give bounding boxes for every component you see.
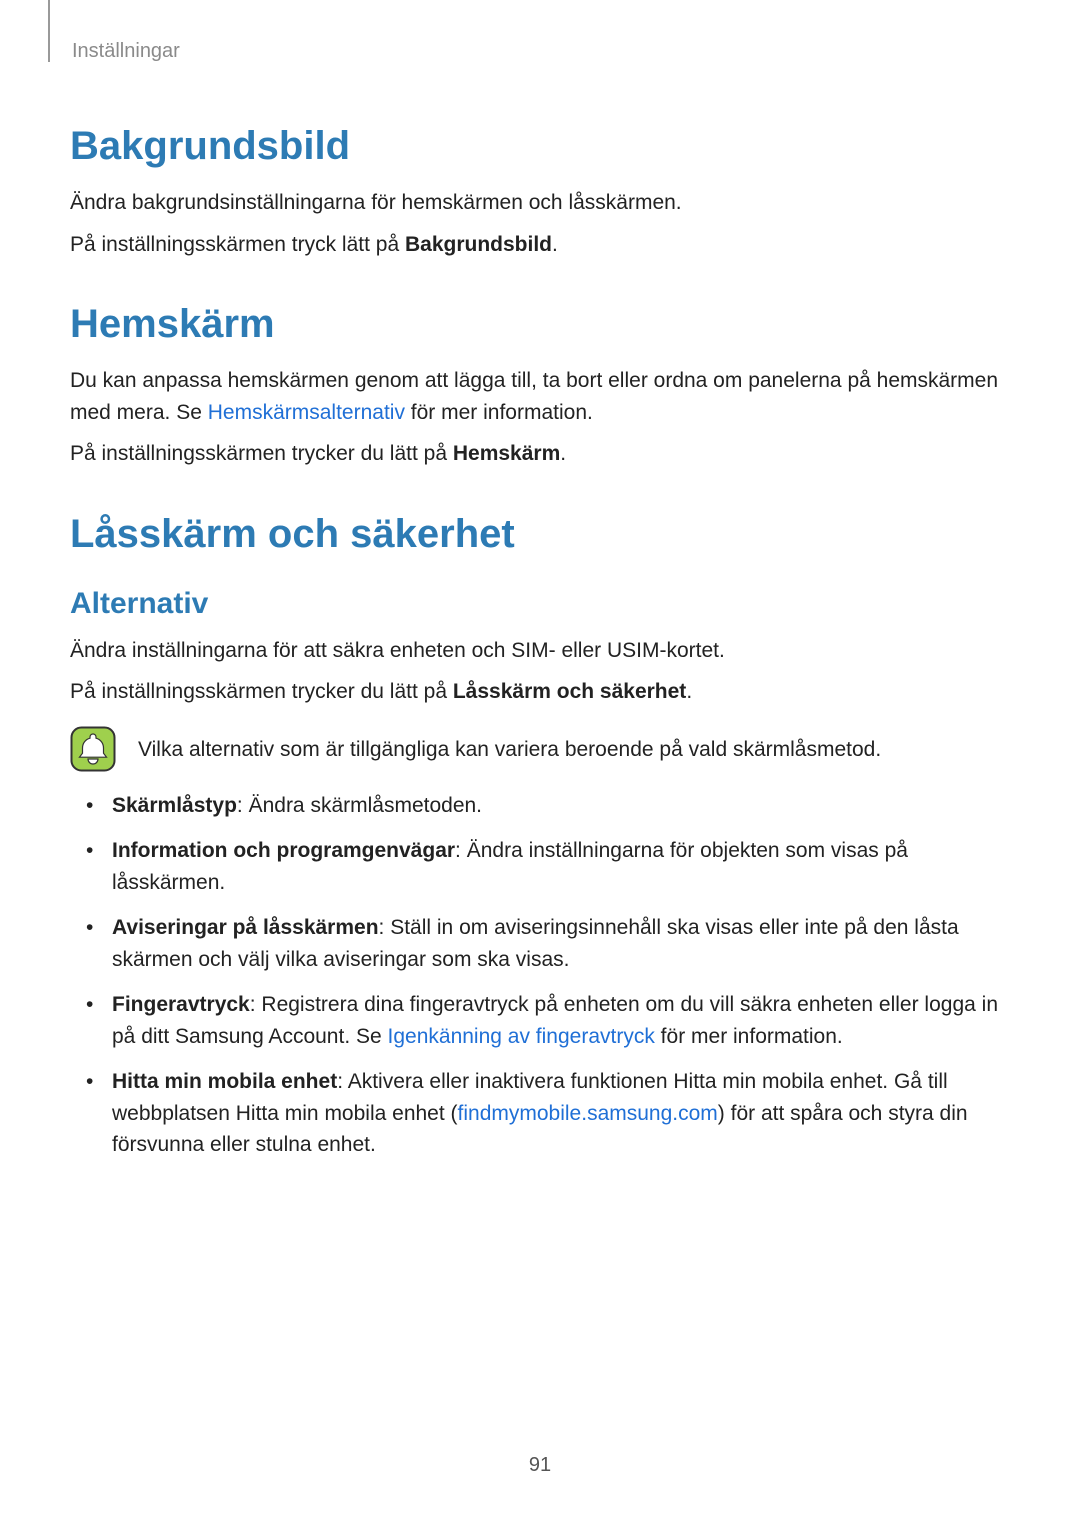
option-label: Fingeravtryck <box>112 993 250 1016</box>
paragraph: På inställningsskärmen trycker du lätt p… <box>70 676 1010 708</box>
paragraph: Ändra bakgrundsinställningarna för hemsk… <box>70 187 1010 219</box>
heading-bakgrundsbild: Bakgrundsbild <box>70 124 1010 169</box>
option-label: Aviseringar på låsskärmen <box>112 916 379 939</box>
note-text: Vilka alternativ som är tillgängliga kan… <box>138 726 881 766</box>
page-content: Bakgrundsbild Ändra bakgrundsinställning… <box>70 124 1010 1161</box>
text: På inställningsskärmen trycker du lätt p… <box>70 680 453 703</box>
paragraph: På inställningsskärmen trycker du lätt p… <box>70 438 1010 470</box>
options-list: Skärmlåstyp: Ändra skärmlåsmetoden. Info… <box>70 790 1010 1161</box>
list-item: Aviseringar på låsskärmen: Ställ in om a… <box>98 912 1010 975</box>
bold-term: Bakgrundsbild <box>405 233 552 256</box>
link-findmymobile[interactable]: findmymobile.samsung.com <box>458 1102 718 1125</box>
document-page: Inställningar Bakgrundsbild Ändra bakgru… <box>0 0 1080 1527</box>
text: . <box>686 680 692 703</box>
option-label: Hitta min mobila enhet <box>112 1070 337 1093</box>
heading-hemskarm: Hemskärm <box>70 302 1010 347</box>
subheading-alternativ: Alternativ <box>70 587 1010 621</box>
paragraph: Ändra inställningarna för att säkra enhe… <box>70 635 1010 667</box>
bold-term: Låsskärm och säkerhet <box>453 680 686 703</box>
text: . <box>552 233 558 256</box>
text: . <box>560 442 566 465</box>
bell-icon <box>70 726 116 772</box>
text: På inställningsskärmen trycker du lätt p… <box>70 442 453 465</box>
list-item: Skärmlåstyp: Ändra skärmlåsmetoden. <box>98 790 1010 822</box>
option-text: : Ändra skärmlåsmetoden. <box>237 794 482 817</box>
page-number: 91 <box>0 1454 1080 1477</box>
paragraph: Du kan anpassa hemskärmen genom att lägg… <box>70 365 1010 428</box>
link-fingeravtryck[interactable]: Igenkänning av fingeravtryck <box>388 1025 655 1048</box>
option-label: Skärmlåstyp <box>112 794 237 817</box>
note-block: Vilka alternativ som är tillgängliga kan… <box>70 726 1010 772</box>
bold-term: Hemskärm <box>453 442 560 465</box>
link-hemskarmsalternativ[interactable]: Hemskärmsalternativ <box>208 401 405 424</box>
header-rule <box>48 0 50 62</box>
option-text: för mer information. <box>655 1025 843 1048</box>
text: för mer information. <box>405 401 593 424</box>
text: På inställningsskärmen tryck lätt på <box>70 233 405 256</box>
list-item: Information och programgenvägar: Ändra i… <box>98 835 1010 898</box>
breadcrumb: Inställningar <box>72 40 180 63</box>
list-item: Fingeravtryck: Registrera dina fingeravt… <box>98 989 1010 1052</box>
option-label: Information och programgenvägar <box>112 839 455 862</box>
heading-lasskarm: Låsskärm och säkerhet <box>70 512 1010 557</box>
paragraph: På inställningsskärmen tryck lätt på Bak… <box>70 229 1010 261</box>
list-item: Hitta min mobila enhet: Aktivera eller i… <box>98 1066 1010 1161</box>
